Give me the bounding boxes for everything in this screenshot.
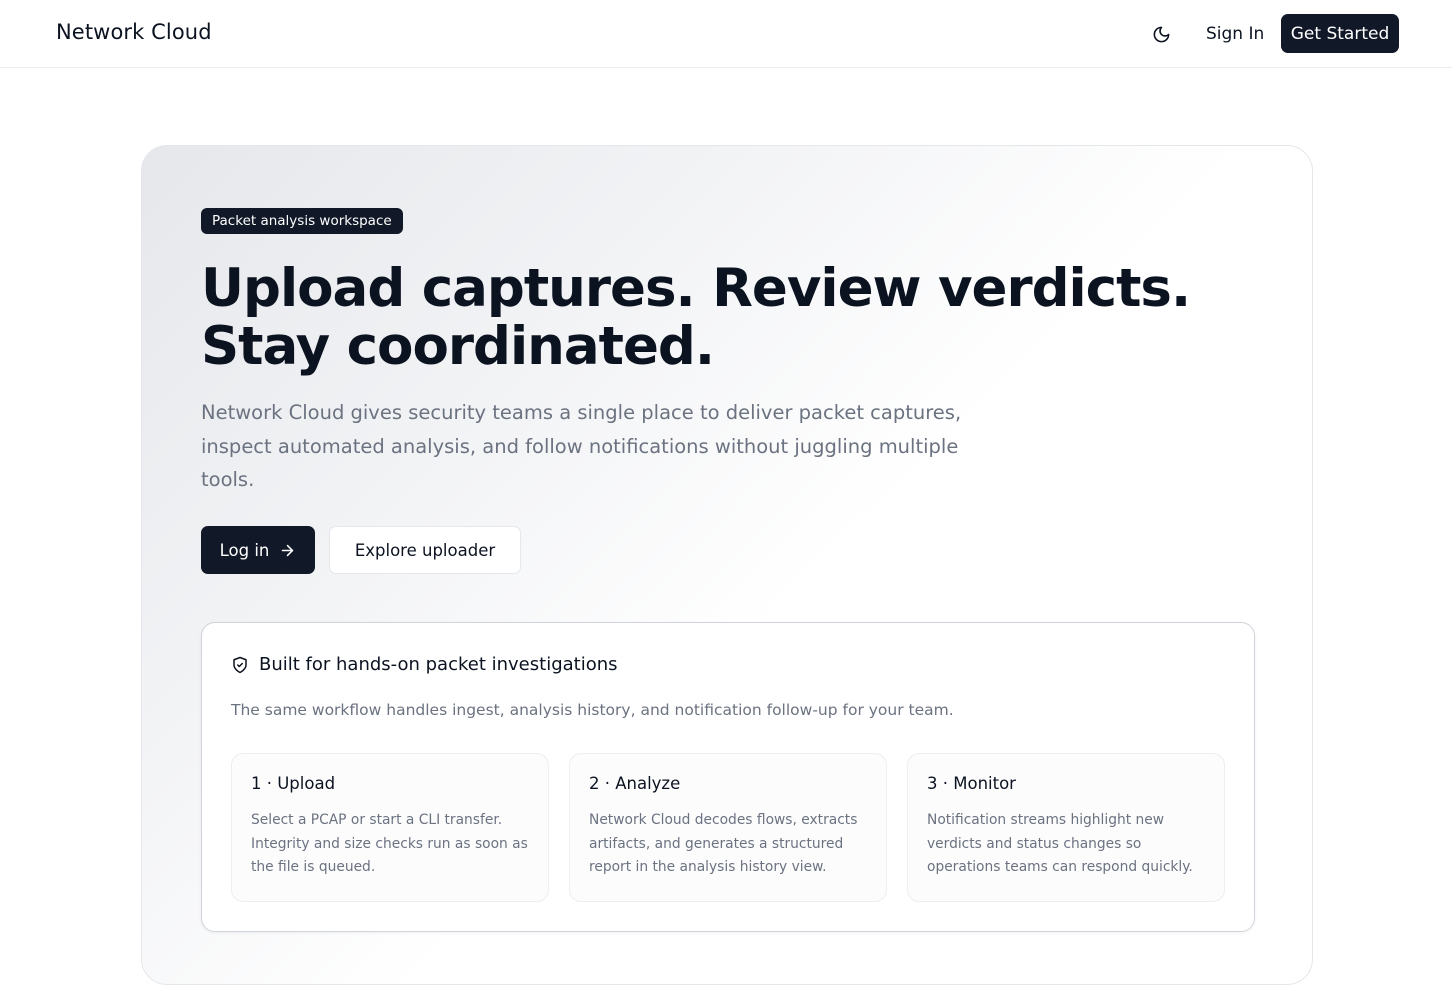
step-title: 3 · Monitor (927, 774, 1016, 793)
step-description: Network Cloud decodes flows, extracts ar… (589, 812, 858, 875)
get-started-button[interactable]: Get Started (1281, 14, 1399, 53)
panel-subtitle: The same workflow handles ingest, analys… (231, 701, 954, 719)
top-navigation-bar: Network Cloud Sign In Get Started (0, 0, 1452, 68)
panel-title: Built for hands-on packet investigations (259, 654, 618, 675)
hero-headline: Upload captures. Review verdicts. Stay c… (201, 258, 1191, 377)
theme-toggle-button[interactable] (1146, 19, 1176, 49)
investigation-panel: Built for hands-on packet investigations… (201, 622, 1255, 932)
log-in-label: Log in (219, 540, 270, 560)
step-description: Notification streams highlight new verdi… (927, 812, 1193, 875)
step-card-upload: 1 · Upload Select a PCAP or start a CLI … (231, 753, 549, 902)
step-description: Select a PCAP or start a CLI transfer. I… (251, 812, 528, 875)
step-title: 1 · Upload (251, 774, 336, 793)
hero-description: Network Cloud gives security teams a sin… (201, 401, 962, 491)
hero-card: Packet analysis workspace Upload capture… (141, 145, 1313, 985)
shield-check-icon (233, 656, 247, 673)
step-card-analyze: 2 · Analyze Network Cloud decodes flows,… (569, 753, 887, 902)
workflow-steps: 1 · Upload Select a PCAP or start a CLI … (231, 753, 1225, 902)
arrow-right-icon (282, 544, 294, 556)
log-in-button[interactable]: Log in (201, 526, 315, 574)
moon-icon (1153, 26, 1169, 42)
step-card-monitor: 3 · Monitor Notification streams highlig… (907, 753, 1225, 902)
panel-header: Built for hands-on packet investigations (231, 654, 618, 675)
explore-uploader-button[interactable]: Explore uploader (329, 526, 521, 574)
sign-in-button[interactable]: Sign In (1194, 15, 1276, 53)
step-title: 2 · Analyze (589, 774, 681, 793)
workspace-badge: Packet analysis workspace (201, 208, 403, 234)
brand-logo-text[interactable]: Network Cloud (56, 20, 212, 44)
